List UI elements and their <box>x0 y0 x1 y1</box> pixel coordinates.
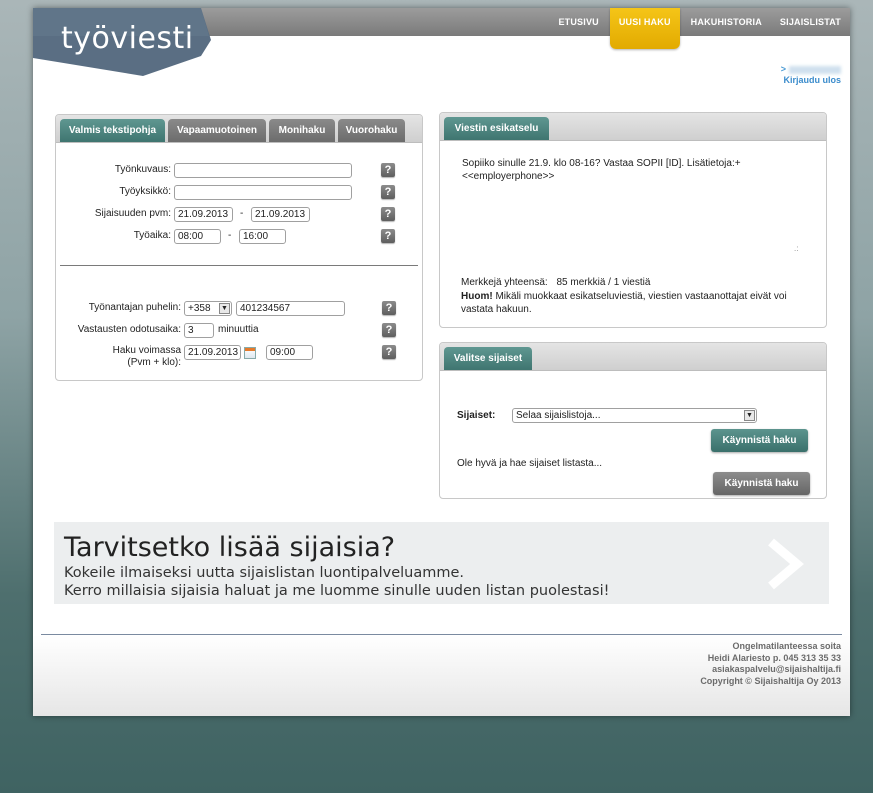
char-count: Merkkejä yhteensä: 85 merkkiä / 1 viesti… <box>461 277 650 288</box>
nav-etusivu[interactable]: ETUSIVU <box>549 8 607 36</box>
user-area: > Kirjaudu ulos <box>781 64 841 85</box>
preview-tabbar: Viestin esikatselu <box>440 113 826 141</box>
nav-hakuhistoria[interactable]: HAKUHISTORIA <box>682 8 771 36</box>
valid-label-2: (Pvm + klo): <box>127 357 181 368</box>
logo-text: työviesti <box>61 21 194 56</box>
date-from-input[interactable]: 21.09.2013 <box>174 207 233 222</box>
date-dash: - <box>240 208 244 219</box>
time-from-input[interactable]: 08:00 <box>174 229 221 244</box>
work-time-label: Työaika: <box>133 230 171 241</box>
message-line-1: Sopiiko sinulle 21.9. klo 08-16? Vastaa … <box>462 158 741 169</box>
start-search-button-disabled[interactable]: Käynnistä haku <box>713 472 810 495</box>
banner-line-2: Kerro millaisia sijaisia haluat ja me lu… <box>64 583 610 599</box>
promo-banner[interactable]: Tarvitsetko lisää sijaisia? Kokeile ilma… <box>54 522 829 604</box>
page: ETUSIVU UUSI HAKU HAKUHISTORIA SIJAISLIS… <box>33 8 850 716</box>
help-icon[interactable]: ? <box>382 301 396 315</box>
select-tabbar: Valitse sijaiset <box>440 343 826 371</box>
wait-input[interactable]: 3 <box>184 323 214 338</box>
resize-handle-icon[interactable]: .: <box>794 244 798 253</box>
work-unit-label: Työyksikkö: <box>119 186 171 197</box>
nav-sijaislistat[interactable]: SIJAISLISTAT <box>771 8 850 36</box>
select-substitutes-panel: Valitse sijaiset Sijaiset: Selaa sijaisl… <box>439 342 827 499</box>
banner-title: Tarvitsetko lisää sijaisia? <box>64 532 396 563</box>
nav-uusi-haku[interactable]: UUSI HAKU <box>609 8 680 49</box>
valid-date-input[interactable]: 21.09.2013 <box>184 345 241 360</box>
time-to-input[interactable]: 16:00 <box>239 229 286 244</box>
tab-vuorohaku[interactable]: Vuorohaku <box>338 119 405 142</box>
chevron-right-icon[interactable] <box>765 536 805 592</box>
phone-prefix-value: +358 <box>188 303 211 314</box>
footer-divider <box>41 634 842 635</box>
note-bold: Huom! <box>461 291 493 302</box>
form-divider <box>60 265 418 266</box>
valid-time-input[interactable]: 09:00 <box>266 345 313 360</box>
tab-monihaku[interactable]: Monihaku <box>269 119 335 142</box>
char-count-label: Merkkejä yhteensä: <box>461 277 548 288</box>
user-name <box>789 65 841 74</box>
user-prefix: > <box>780 64 786 74</box>
substitute-list-select[interactable]: Selaa sijaislistoja... ▼ <box>512 408 757 423</box>
start-search-button[interactable]: Käynnistä haku <box>711 429 808 452</box>
form-tabbar: Valmis tekstipohja Vapaamuotoinen Moniha… <box>56 115 422 143</box>
select-hint: Ole hyvä ja hae sijaiset listasta... <box>457 458 603 469</box>
tab-valmis-tekstipohja[interactable]: Valmis tekstipohja <box>60 119 165 142</box>
job-desc-label: Työnkuvaus: <box>114 164 171 175</box>
footer-email[interactable]: asiakaspalvelu@sijaishaltija.fi <box>700 664 841 676</box>
chevron-down-icon: ▼ <box>744 410 755 421</box>
tab-valitse-sijaiset[interactable]: Valitse sijaiset <box>444 347 532 370</box>
phone-label: Työnantajan puhelin: <box>88 302 181 313</box>
help-icon[interactable]: ? <box>382 323 396 337</box>
footer: Ongelmatilanteessa soita Heidi Alariesto… <box>700 641 841 687</box>
logo[interactable]: työviesti <box>33 8 213 76</box>
phone-prefix-select[interactable]: +358 ▼ <box>184 301 232 316</box>
footer-copyright: Copyright © Sijaishaltija Oy 2013 <box>700 675 841 686</box>
tab-viestin-esikatselu[interactable]: Viestin esikatselu <box>444 117 549 140</box>
substitutes-label: Sijaiset: <box>457 410 496 421</box>
main-nav: ETUSIVU UUSI HAKU HAKUHISTORIA SIJAISLIS… <box>549 8 850 49</box>
calendar-icon[interactable] <box>244 347 256 359</box>
note-text-2: vastata hakuun. <box>461 303 532 315</box>
help-icon[interactable]: ? <box>381 163 395 177</box>
banner-line-1: Kokeile ilmaiseksi uutta sijaislistan lu… <box>64 565 465 581</box>
chevron-down-icon: ▼ <box>219 303 230 314</box>
preview-note: Huom! Mikäli muokkaat esikatseluviestiä,… <box>461 291 811 316</box>
footer-line-1: Ongelmatilanteessa soita <box>732 641 841 651</box>
char-count-value: 85 merkkiä / 1 viestiä <box>556 277 651 288</box>
time-dash: - <box>228 230 232 241</box>
tab-vapaamuotoinen[interactable]: Vapaamuotoinen <box>168 119 266 142</box>
message-line-2: <<employerphone>> <box>462 170 555 182</box>
message-preview-text[interactable]: Sopiiko sinulle 21.9. klo 08-16? Vastaa … <box>462 158 812 183</box>
wait-label: Vastausten odotusaika: <box>77 324 181 335</box>
work-unit-input[interactable] <box>174 185 352 200</box>
note-text: Mikäli muokkaat esikatseluviestiä, viest… <box>492 291 787 302</box>
search-form-panel: Valmis tekstipohja Vapaamuotoinen Moniha… <box>55 114 423 381</box>
user-line: > <box>781 64 841 74</box>
logout-link[interactable]: Kirjaudu ulos <box>781 75 841 85</box>
help-icon[interactable]: ? <box>381 185 395 199</box>
preview-panel: Viestin esikatselu Sopiiko sinulle 21.9.… <box>439 112 827 328</box>
substitute-list-value: Selaa sijaislistoja... <box>516 410 601 421</box>
wait-unit-label: minuuttia <box>218 324 259 335</box>
phone-number-input[interactable]: 401234567 <box>236 301 345 316</box>
dates-label: Sijaisuuden pvm: <box>94 208 171 219</box>
help-icon[interactable]: ? <box>382 345 396 359</box>
help-icon[interactable]: ? <box>381 229 395 243</box>
date-to-input[interactable]: 21.09.2013 <box>251 207 310 222</box>
footer-line-2: Heidi Alariesto p. 045 313 35 33 <box>707 652 841 663</box>
job-desc-input[interactable] <box>174 163 352 178</box>
help-icon[interactable]: ? <box>381 207 395 221</box>
